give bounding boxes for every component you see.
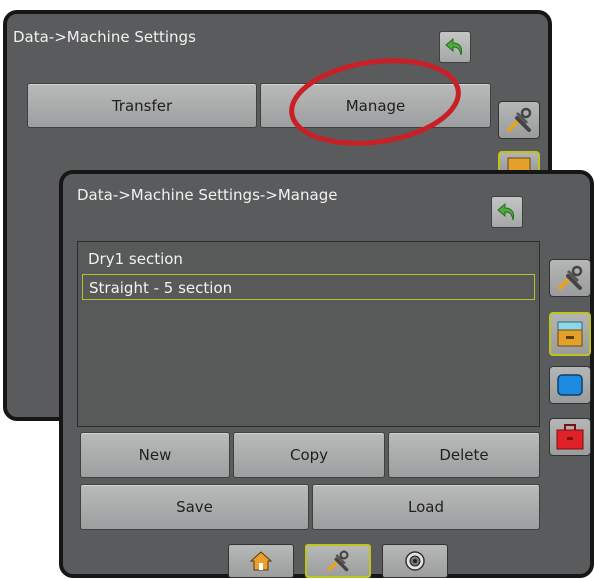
page-title: Data->Machine Settings->Manage [77,186,338,204]
return-arrow-icon [445,38,463,56]
return-arrow-icon [497,203,515,221]
transfer-button[interactable]: Transfer [27,83,257,128]
highlight-ellipse [289,58,461,146]
save-button[interactable]: Save [80,484,309,530]
drawer-icon [557,321,583,347]
bottom-tab-gps[interactable] [382,544,448,578]
machine-settings-list[interactable]: Dry1 section Straight - 5 section [77,241,540,427]
side-tab-data[interactable] [549,312,591,356]
return-button[interactable] [491,196,523,228]
tools-icon [327,550,349,572]
display-icon [557,374,583,396]
side-tab-tools[interactable] [498,101,540,139]
drawer-icon [507,157,531,171]
bottom-tab-home[interactable] [228,544,294,578]
front-screen: Data->Machine Settings->Manage Dry1 sect… [59,170,594,578]
copy-button[interactable]: Copy [233,432,385,478]
new-button[interactable]: New [80,432,230,478]
list-item[interactable]: Dry1 section [82,246,535,272]
home-icon [249,551,273,571]
list-item-selected[interactable]: Straight - 5 section [82,274,535,300]
delete-button[interactable]: Delete [388,432,540,478]
page-title: Data->Machine Settings [13,28,196,46]
load-button[interactable]: Load [312,484,540,530]
side-tab-display[interactable] [549,366,591,404]
side-tab-console[interactable] [549,418,591,456]
bottom-tab-tools[interactable] [305,544,371,578]
gps-target-icon [405,551,425,571]
toolbox-icon [556,424,584,450]
tools-icon [558,265,583,290]
side-tab-tools[interactable] [549,259,591,297]
tools-icon [507,107,532,132]
